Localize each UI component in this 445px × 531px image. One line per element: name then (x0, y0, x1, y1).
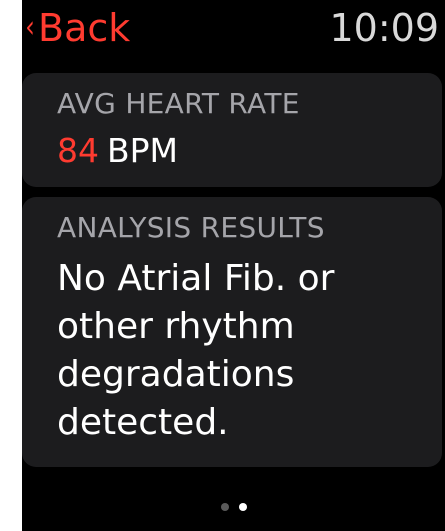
clock-time: 10:09 (329, 6, 439, 50)
back-label: Back (38, 6, 131, 50)
heart-rate-unit: BPM (107, 131, 179, 170)
page-dot-1[interactable] (220, 503, 229, 511)
heart-rate-card: AVG HEART RATE 84 BPM (22, 73, 442, 187)
analysis-results-title: ANALYSIS RESULTS (57, 211, 325, 244)
navigation-bar: ‹ Back 10:09 (22, 0, 445, 64)
heart-rate-number: 84 (57, 131, 99, 170)
heart-rate-value: 84 BPM (57, 131, 178, 170)
page-dot-2[interactable] (238, 503, 247, 511)
chevron-left-icon: ‹ (25, 10, 35, 45)
back-button[interactable]: ‹ Back (24, 4, 130, 52)
page-indicator (22, 500, 445, 514)
watch-screen: ‹ Back 10:09 AVG HEART RATE 84 BPM ANALYS… (22, 0, 445, 531)
analysis-results-text: No Atrial Fib. or other rhythm degradati… (57, 258, 335, 443)
analysis-results-card: ANALYSIS RESULTS No Atrial Fib. or other… (22, 197, 442, 467)
heart-rate-title: AVG HEART RATE (57, 87, 300, 120)
